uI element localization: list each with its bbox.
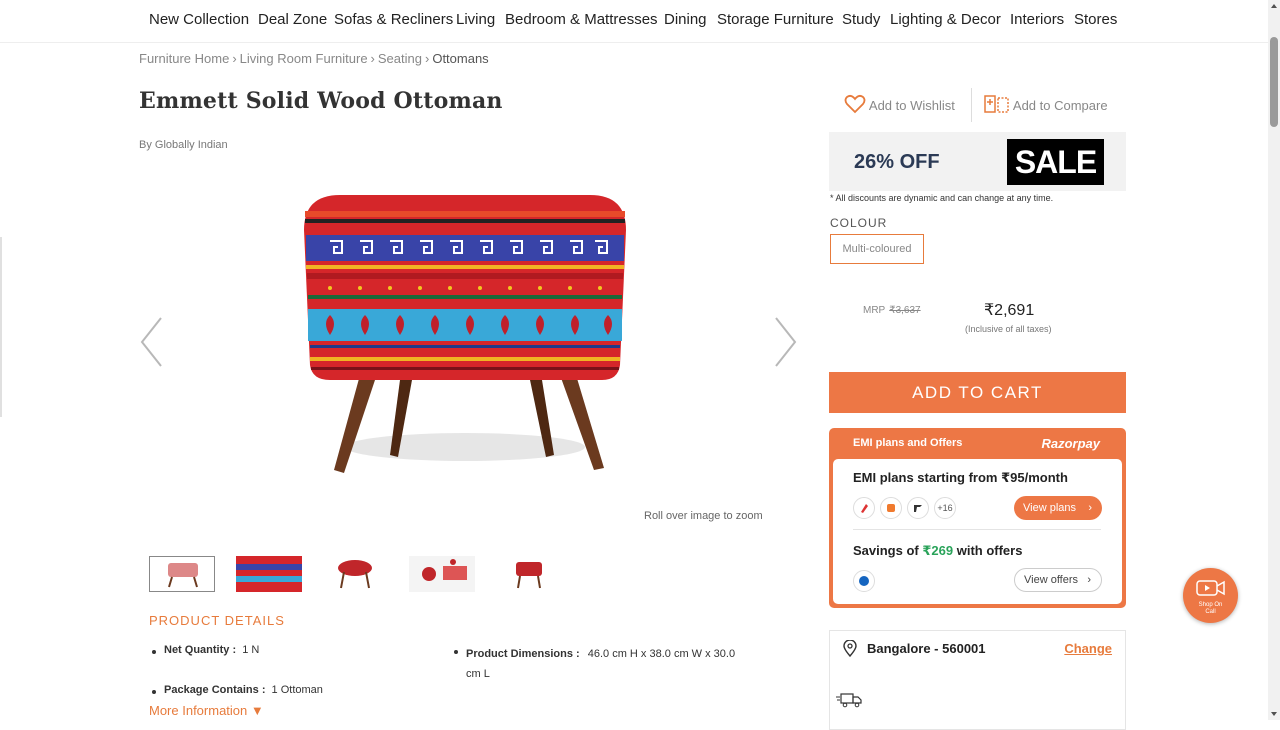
view-offers-label: View offers: [1024, 574, 1079, 586]
emi-divider: [853, 529, 1101, 530]
main-navigation: New Collection Deal Zone Sofas & Recline…: [0, 0, 1268, 43]
bank-logo-icon: [880, 497, 902, 519]
offer-bank-icon: [853, 570, 875, 592]
net-quantity-row: Net Quantity : 1 N: [151, 644, 260, 656]
nav-item-bedroom-mattresses[interactable]: Bedroom & Mattresses: [505, 11, 658, 28]
package-contains-row: Package Contains : 1 Ottoman: [152, 684, 323, 696]
emi-panel-body: EMI plans starting from ₹95/month +16 Vi…: [833, 459, 1122, 604]
package-contains-value: 1 Ottoman: [271, 684, 323, 696]
emi-header: EMI plans and Offers: [853, 437, 963, 449]
change-location-link[interactable]: Change: [1064, 641, 1112, 656]
nav-item-sofas-recliners[interactable]: Sofas & Recliners: [334, 11, 453, 28]
net-quantity-value: 1 N: [242, 644, 260, 656]
breadcrumb: Furniture Home › Living Room Furniture › Sea…: [139, 51, 489, 66]
emi-plans-text: EMI plans starting from ₹95/month: [853, 470, 1068, 485]
breadcrumb-link-seating[interactable]: Seating: [378, 51, 422, 66]
nav-item-stores[interactable]: Stores: [1074, 11, 1117, 28]
product-main-image[interactable]: [290, 185, 640, 485]
add-to-compare-button[interactable]: Add to Compare: [984, 94, 1108, 114]
nav-item-deal-zone[interactable]: Deal Zone: [258, 11, 327, 28]
nav-item-lighting-decor[interactable]: Lighting & Decor: [890, 11, 1001, 28]
shop-on-call-line1: Shop On: [1198, 602, 1223, 608]
breadcrumb-current: Ottomans: [432, 51, 489, 66]
more-information-link[interactable]: More Information ▼: [149, 703, 264, 718]
breadcrumb-separator: ›: [424, 51, 430, 66]
tax-note: (Inclusive of all taxes): [965, 324, 1052, 334]
breadcrumb-separator: ›: [232, 51, 237, 66]
more-banks-count: +16: [934, 497, 956, 519]
shop-on-call-line2: Call: [1205, 609, 1216, 615]
mrp-price: MRP ₹3,637: [863, 305, 921, 316]
savings-suffix: with offers: [953, 543, 1023, 558]
bank-logo-icon: [907, 497, 929, 519]
savings-text: Savings of ₹269 with offers: [853, 543, 1022, 559]
scroll-up-arrow-icon[interactable]: [1271, 4, 1277, 8]
location-pin-icon: [843, 640, 857, 657]
nav-item-dining[interactable]: Dining: [664, 11, 707, 28]
breadcrumb-link-living-room[interactable]: Living Room Furniture: [240, 51, 368, 66]
emi-offers-panel: EMI plans and Offers Razorpay EMI plans …: [829, 428, 1126, 608]
add-to-wishlist-button[interactable]: Add to Wishlist: [844, 94, 955, 114]
delivery-truck-icon: [836, 693, 862, 708]
thumbnail-3[interactable]: [322, 556, 388, 592]
thumbnail-1[interactable]: [149, 556, 215, 592]
mrp-label: MRP: [863, 305, 886, 316]
colour-option-multi-coloured[interactable]: Multi-coloured: [830, 234, 924, 264]
add-to-cart-button[interactable]: ADD TO CART: [829, 372, 1126, 413]
discount-percent: 26% OFF: [854, 151, 940, 173]
page-edge-marker: [0, 237, 2, 417]
dimensions-value-line2: cm L: [466, 668, 490, 680]
add-to-wishlist-label: Add to Wishlist: [868, 98, 955, 113]
zoom-hint: Roll over image to zoom: [644, 510, 763, 522]
thumbnail-5[interactable]: [496, 556, 562, 592]
chevron-right-icon: ›: [1088, 502, 1092, 514]
razorpay-logo: Razorpay: [1041, 436, 1100, 451]
mrp-value: ₹3,637: [889, 305, 921, 316]
dimensions-row: Product Dimensions : 46.0 cm H x 38.0 cm…: [454, 644, 756, 684]
sale-badge: SALE: [1007, 139, 1104, 185]
shop-on-call-button[interactable]: Shop On Call: [1183, 568, 1238, 623]
product-title: Emmett Solid Wood Ottoman: [139, 88, 503, 114]
previous-image-arrow-icon[interactable]: [139, 316, 163, 368]
thumbnail-2[interactable]: [236, 556, 302, 592]
dimensions-value-line1: 46.0 cm H x 38.0 cm W x 30.0: [587, 648, 736, 660]
savings-amount: ₹269: [922, 543, 954, 558]
discount-banner: 26% OFF SALE: [829, 132, 1126, 191]
net-quantity-label: Net Quantity :: [164, 644, 237, 656]
actions-divider: [971, 88, 972, 122]
page-scrollbar[interactable]: [1268, 0, 1280, 720]
nav-item-study[interactable]: Study: [842, 11, 880, 28]
nav-item-interiors[interactable]: Interiors: [1010, 11, 1064, 28]
dimensions-label: Product Dimensions :: [466, 648, 580, 660]
chevron-right-icon: ›: [1087, 574, 1091, 586]
breadcrumb-separator: ›: [370, 51, 375, 66]
package-contains-label: Package Contains :: [164, 684, 266, 696]
view-plans-label: View plans: [1023, 502, 1076, 514]
product-details-heading: PRODUCT DETAILS: [149, 613, 285, 628]
nav-item-living[interactable]: Living: [456, 11, 495, 28]
delivery-location-panel: Bangalore - 560001 Change: [829, 630, 1126, 730]
view-plans-button[interactable]: View plans ›: [1014, 496, 1102, 520]
colour-label: COLOUR: [830, 216, 888, 230]
shop-on-call-label: Shop On Call: [1183, 602, 1238, 616]
product-brand[interactable]: By Globally Indian: [139, 139, 228, 151]
nav-item-new-collection[interactable]: New Collection: [149, 11, 249, 28]
nav-item-storage-furniture[interactable]: Storage Furniture: [717, 11, 834, 28]
breadcrumb-link-furniture-home[interactable]: Furniture Home: [139, 51, 229, 66]
view-offers-button[interactable]: View offers ›: [1014, 568, 1102, 592]
discount-note: * All discounts are dynamic and can chan…: [830, 193, 1054, 203]
selling-price: ₹2,691: [984, 302, 1035, 319]
scrollbar-thumb[interactable]: [1270, 37, 1278, 127]
thumbnail-4[interactable]: [409, 556, 475, 592]
add-to-compare-label: Add to Compare: [1012, 98, 1108, 113]
scroll-down-arrow-icon[interactable]: [1271, 712, 1277, 716]
video-call-icon: [1196, 580, 1225, 596]
next-image-arrow-icon[interactable]: [774, 316, 798, 368]
heart-icon: [844, 94, 866, 114]
savings-prefix: Savings of: [853, 543, 923, 558]
bank-logo-icon: [853, 497, 875, 519]
delivery-city: Bangalore - 560001: [867, 641, 986, 656]
compare-icon: [984, 95, 1009, 113]
